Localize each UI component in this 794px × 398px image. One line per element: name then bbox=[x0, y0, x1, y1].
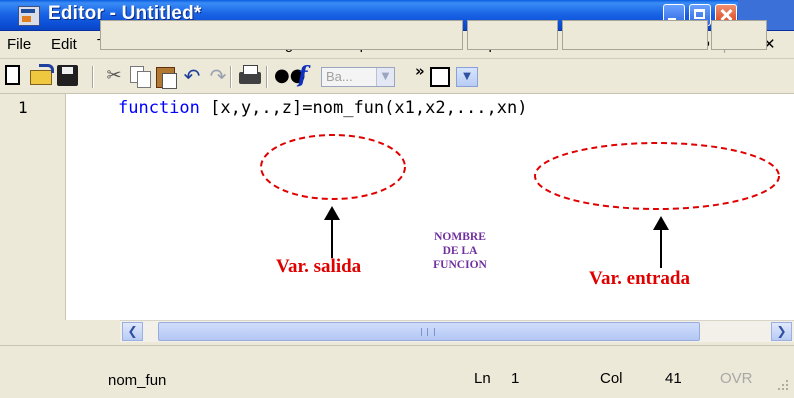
chevron-down-icon[interactable]: ▼ bbox=[376, 68, 394, 86]
editor-window: Editor - Untitled* File Edit Text Cell T… bbox=[0, 0, 794, 398]
line-number: 1 bbox=[18, 98, 28, 117]
inputs-arrow-icon bbox=[653, 216, 669, 268]
toolbar-overflow-icon[interactable]: » bbox=[415, 62, 425, 80]
toolbar: ✂ ↶ ↷ ●● f Ba... ▼ » ▼ bbox=[0, 59, 794, 94]
resize-grip-icon[interactable] bbox=[774, 380, 790, 394]
function-icon[interactable]: f bbox=[298, 64, 322, 88]
code-function-name: =nom_fun bbox=[302, 98, 385, 118]
horizontal-scrollbar[interactable]: ❮ ❯ bbox=[120, 320, 794, 342]
stack-combo-value: Ba... bbox=[326, 69, 353, 84]
code-inputs: (x1,x2,...,xn) bbox=[384, 98, 528, 118]
find-icon[interactable]: ●● bbox=[274, 64, 305, 88]
redo-icon[interactable]: ↷ bbox=[206, 64, 230, 88]
save-icon[interactable] bbox=[56, 64, 80, 88]
status-ovr: OVR bbox=[720, 370, 753, 387]
menu-file[interactable]: File bbox=[7, 36, 31, 53]
inputs-highlight-ellipse bbox=[534, 142, 780, 210]
outputs-arrow-icon bbox=[324, 206, 340, 258]
function-name-label: NOMBRE DE LA FUNCION bbox=[410, 230, 510, 272]
toolbar-separator bbox=[92, 66, 94, 88]
grip-icon bbox=[421, 328, 435, 336]
editor-app-icon[interactable] bbox=[18, 6, 40, 26]
input-vars-label: Var. entrada bbox=[589, 268, 690, 289]
open-folder-icon[interactable] bbox=[30, 64, 54, 88]
status-ln-label: Ln bbox=[474, 370, 491, 387]
function-name-label-line: FUNCION bbox=[433, 259, 487, 271]
stack-combo[interactable]: Ba... ▼ bbox=[321, 67, 395, 87]
status-overwrite-field bbox=[711, 20, 767, 50]
line-number-gutter: 1 bbox=[0, 94, 66, 320]
status-col-value: 41 bbox=[665, 370, 682, 387]
code-keyword: function bbox=[118, 98, 200, 118]
status-function-name: nom_fun bbox=[108, 372, 167, 389]
chevron-down-icon[interactable]: ▼ bbox=[456, 67, 478, 87]
outputs-highlight-ellipse bbox=[260, 134, 406, 200]
function-name-label-line: DE LA bbox=[442, 245, 478, 257]
status-column-field bbox=[562, 20, 708, 50]
scrollbar-corner bbox=[0, 320, 120, 341]
code-outputs: [x,y,.,z] bbox=[210, 98, 303, 118]
cut-icon[interactable]: ✂ bbox=[102, 64, 126, 88]
status-line-field bbox=[467, 20, 558, 50]
scroll-right-icon[interactable]: ❯ bbox=[771, 322, 792, 341]
code-line[interactable]: function [x,y,.,z]=nom_fun(x1,x2,...,xn) bbox=[118, 98, 527, 118]
status-ln-value: 1 bbox=[511, 370, 520, 387]
menu-edit[interactable]: Edit bbox=[51, 36, 77, 53]
new-file-icon[interactable] bbox=[3, 64, 27, 88]
print-icon[interactable] bbox=[238, 64, 262, 88]
toolbar-checkbox[interactable] bbox=[430, 67, 450, 87]
toolbar-separator bbox=[266, 66, 268, 88]
scroll-left-icon[interactable]: ❮ bbox=[122, 322, 143, 341]
output-vars-label: Var. salida bbox=[276, 256, 362, 277]
copy-icon[interactable] bbox=[128, 64, 152, 88]
status-function-field bbox=[100, 20, 463, 50]
undo-icon[interactable]: ↶ bbox=[180, 64, 204, 88]
scrollbar-thumb[interactable] bbox=[158, 322, 700, 341]
function-name-label-line: NOMBRE bbox=[434, 231, 486, 243]
toolbar-separator bbox=[230, 66, 232, 88]
paste-icon[interactable] bbox=[154, 64, 178, 89]
status-col-label: Col bbox=[600, 370, 623, 387]
